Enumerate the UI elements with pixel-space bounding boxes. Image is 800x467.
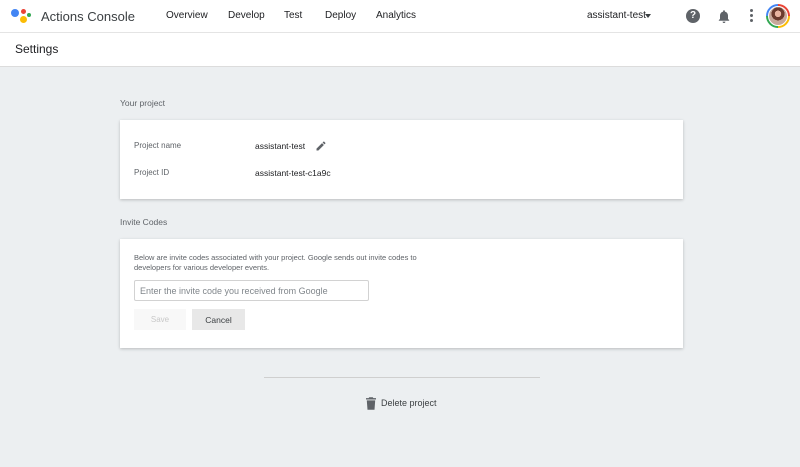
nav-analytics[interactable]: Analytics [376,10,416,21]
bell-icon[interactable] [717,9,731,24]
invite-codes-card: Below are invite codes associated with y… [120,239,683,348]
avatar[interactable] [766,4,790,28]
chevron-down-icon[interactable] [645,14,651,18]
invite-code-input[interactable] [134,280,369,301]
pencil-icon[interactable] [315,140,327,152]
nav-test[interactable]: Test [284,10,302,21]
help-icon[interactable]: ? [686,9,700,23]
project-id-label: Project ID [134,168,170,177]
nav-develop[interactable]: Develop [228,10,265,21]
nav-deploy[interactable]: Deploy [325,10,356,21]
delete-project-label: Delete project [381,398,437,408]
more-vert-icon[interactable] [749,9,753,23]
invite-codes-heading: Invite Codes [120,217,168,227]
invite-codes-description: Below are invite codes associated with y… [134,253,417,272]
your-project-heading: Your project [120,98,166,108]
project-name-value: assistant-test [255,141,306,151]
trash-icon [366,397,376,410]
cancel-button[interactable]: Cancel [192,309,245,330]
top-app-bar: Actions Console Overview Develop Test De… [0,0,800,33]
page-header: Settings [0,33,800,67]
app-title[interactable]: Actions Console [41,9,135,24]
save-button[interactable]: Save [134,309,186,330]
nav-overview[interactable]: Overview [166,10,208,21]
project-id-value: assistant-test-c1a9c [255,168,331,178]
project-info-card: Project name assistant-test Project ID a… [120,120,683,199]
assistant-logo-icon [11,7,31,25]
divider [264,377,540,378]
project-selector[interactable]: assistant-test [587,10,646,21]
project-name-label: Project name [134,141,182,150]
page-title: Settings [15,42,59,56]
